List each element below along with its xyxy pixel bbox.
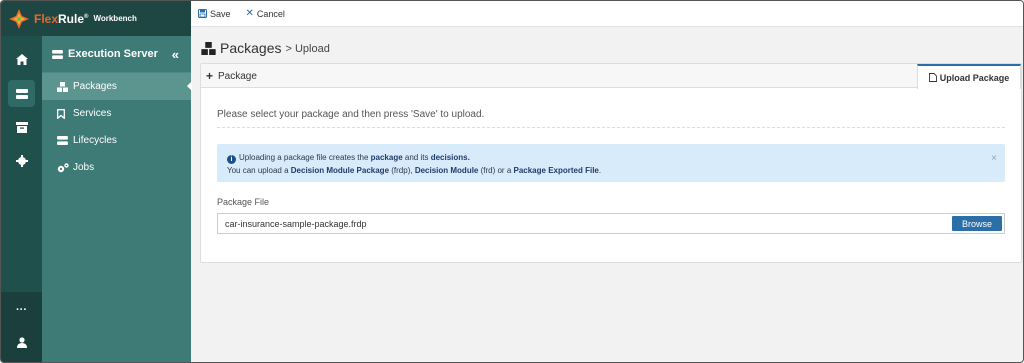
cubes-icon <box>57 81 69 92</box>
alert-line-1: i Uploading a package file creates the pa… <box>227 151 995 164</box>
tab-bar: + Package Upload Package <box>201 64 1021 89</box>
collapse-sidebar-icon[interactable]: « <box>172 47 179 62</box>
info-icon: i <box>227 155 236 164</box>
alert-line-2: You can upload a Decision Module Package… <box>227 166 602 175</box>
brand-subtitle: Workbench <box>93 14 137 23</box>
sidebar-header: Execution Server « <box>42 36 191 73</box>
save-icon <box>198 9 207 18</box>
server-icon[interactable] <box>8 80 35 107</box>
upload-card: + Package Upload Package Please select y… <box>200 63 1022 263</box>
tab-upload-package[interactable]: Upload Package <box>917 64 1021 89</box>
brand-name: FlexRule® <box>34 11 89 26</box>
gear-icon[interactable] <box>8 147 35 174</box>
file-name-value: car-insurance-sample-package.frdp <box>225 218 367 229</box>
page-title-text: Packages <box>220 40 282 56</box>
close-alert-icon[interactable]: × <box>991 152 997 165</box>
server-icon <box>57 136 69 145</box>
sidebar-item-lifecycles[interactable]: Lifecycles <box>42 127 191 154</box>
page-title: Packages > Upload <box>201 37 330 59</box>
icon-rail: ··· <box>1 36 42 362</box>
app-window: FlexRule® Workbench ··· Execution Server… <box>0 0 1024 363</box>
rail-bottom: ··· <box>1 292 42 362</box>
user-icon[interactable] <box>8 329 35 356</box>
save-label: Save <box>210 8 231 19</box>
sidebar-item-label: Services <box>73 108 112 119</box>
tab-add-package[interactable]: + Package <box>206 69 257 83</box>
divider <box>217 127 1005 128</box>
sidebar: Execution Server « Packages Services Lif… <box>42 36 192 362</box>
sidebar-item-jobs[interactable]: Jobs <box>42 154 191 181</box>
sidebar-item-packages[interactable]: Packages <box>42 73 192 100</box>
browse-button[interactable]: Browse <box>952 216 1002 231</box>
package-file-label: Package File <box>217 197 270 207</box>
instruction-text: Please select your package and then pres… <box>217 109 485 120</box>
toolbar: Save ✕ Cancel <box>191 1 1023 27</box>
info-alert: i Uploading a package file creates the pa… <box>217 144 1005 182</box>
file-icon <box>928 73 937 82</box>
package-file-input[interactable]: car-insurance-sample-package.frdp Browse <box>217 213 1005 234</box>
home-icon[interactable] <box>8 46 35 73</box>
server-icon <box>52 49 63 59</box>
close-icon: ✕ <box>245 8 254 19</box>
sidebar-item-services[interactable]: Services <box>42 100 191 127</box>
plus-icon: + <box>206 69 214 83</box>
flexrule-logo-icon <box>9 8 29 29</box>
cubes-icon <box>201 41 216 55</box>
cancel-label: Cancel <box>256 8 285 19</box>
tab-label: Package <box>218 70 257 82</box>
brand-bar: FlexRule® Workbench <box>1 1 191 36</box>
tab-label: Upload Package <box>939 72 1010 83</box>
cancel-button[interactable]: ✕ Cancel <box>246 8 285 19</box>
cogs-icon <box>57 162 69 173</box>
sidebar-item-label: Lifecycles <box>73 135 117 146</box>
bookmark-icon <box>57 108 69 119</box>
breadcrumb: > Upload <box>285 43 330 55</box>
save-button[interactable]: Save <box>198 9 231 19</box>
sidebar-title: Execution Server <box>68 48 158 60</box>
sidebar-item-label: Jobs <box>73 162 95 173</box>
archive-icon[interactable] <box>8 114 35 141</box>
sidebar-item-label: Packages <box>73 81 117 92</box>
more-icon[interactable]: ··· <box>8 296 35 323</box>
